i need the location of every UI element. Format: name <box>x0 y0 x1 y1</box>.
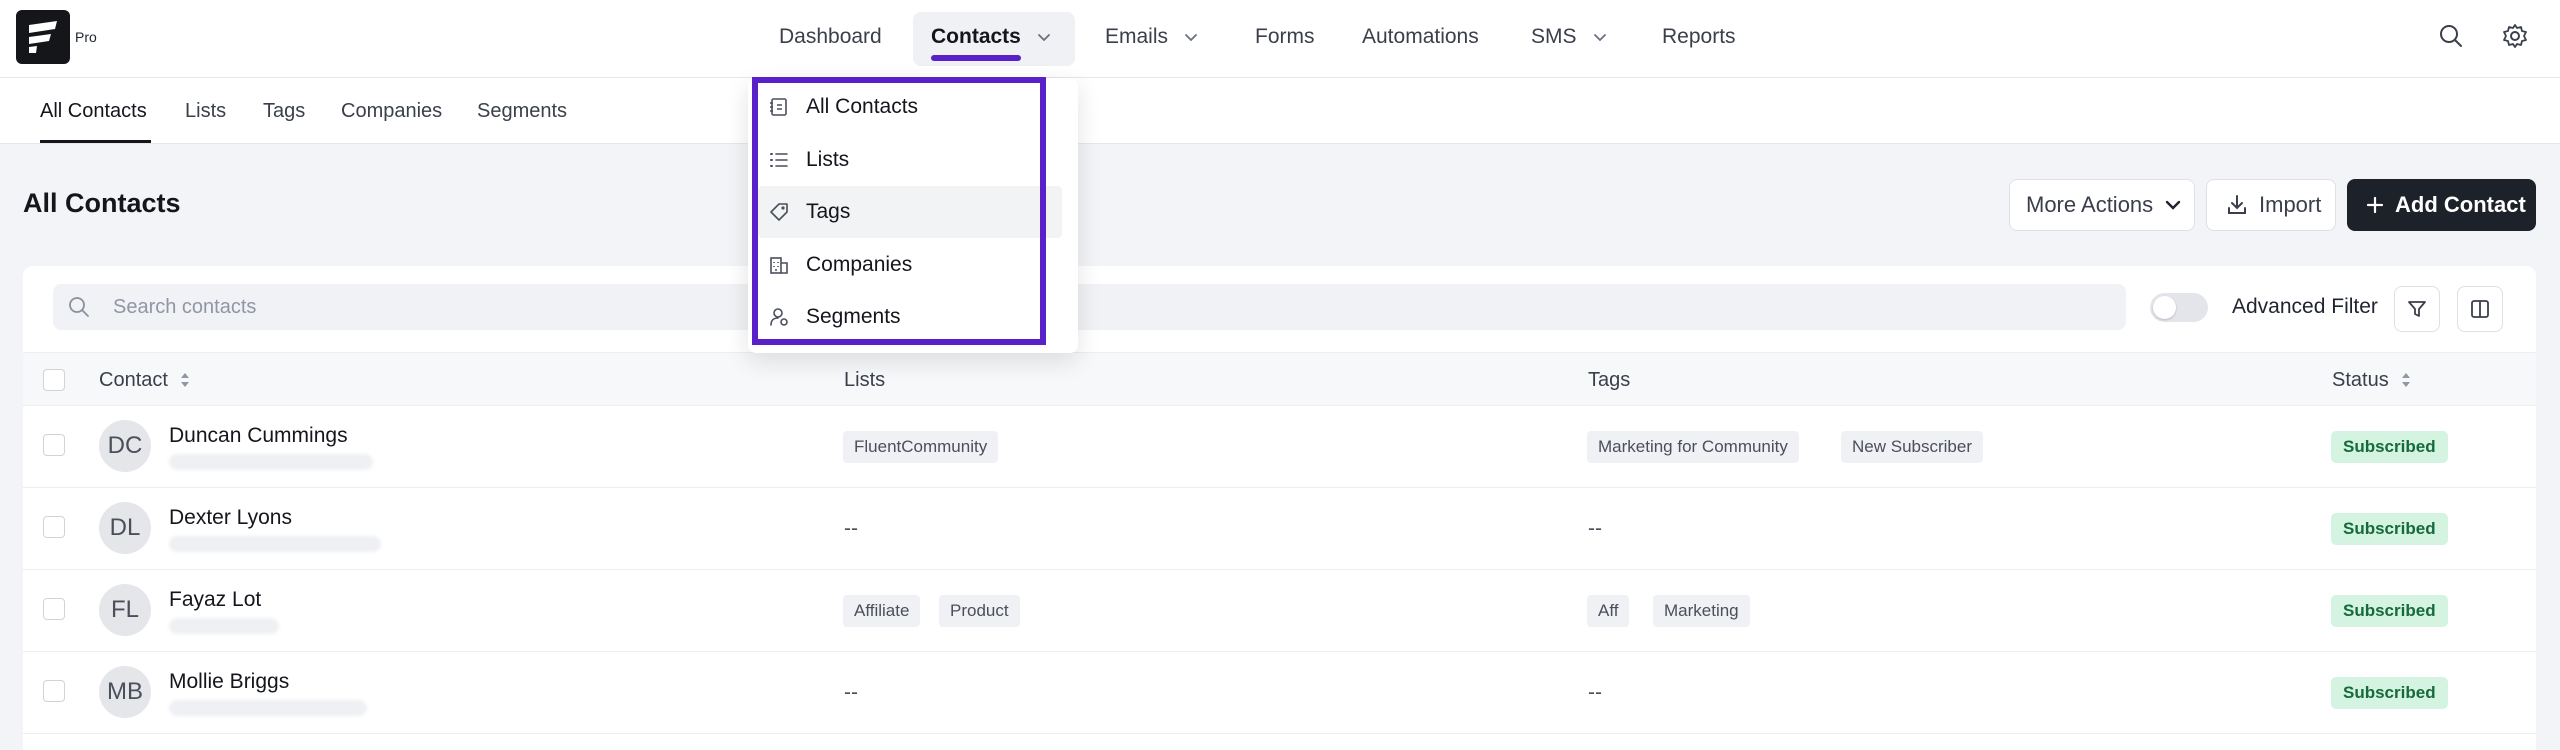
chevron-down-icon <box>2165 200 2181 210</box>
nav-item-sms[interactable]: SMS <box>1531 0 1609 74</box>
tag-chip: Marketing <box>1653 595 1750 627</box>
contact-email-redacted <box>169 700 367 716</box>
nav-item-emails[interactable]: Emails <box>1105 0 1200 74</box>
nav-item-dashboard[interactable]: Dashboard <box>779 0 882 74</box>
subnav-all-contacts[interactable]: All Contacts <box>40 78 147 144</box>
search-bar <box>53 284 2126 330</box>
chevron-down-icon <box>1037 34 1050 42</box>
row-checkbox[interactable] <box>43 680 65 702</box>
status-badge: Subscribed <box>2331 595 2448 627</box>
logo[interactable] <box>16 10 70 64</box>
add-contact-label: Add Contact <box>2395 192 2526 217</box>
contact-name[interactable]: Mollie Briggs <box>169 670 289 694</box>
contact-email-redacted <box>169 618 279 634</box>
dropdown-highlight-box <box>752 77 1046 345</box>
table-row[interactable]: DC Duncan Cummings FluentCommunity Marke… <box>23 406 2536 488</box>
contacts-subnav: All Contacts Lists Tags Companies Segmen… <box>0 78 2560 144</box>
import-label: Import <box>2259 192 2322 217</box>
table-row[interactable]: DL Dexter Lyons -- -- Subscribed <box>23 488 2536 570</box>
nav-item-contacts[interactable]: Contacts <box>931 0 1053 74</box>
table-row[interactable]: MB Mollie Briggs -- -- Subscribed <box>23 652 2536 734</box>
subnav-active-indicator <box>40 140 151 143</box>
nav-item-reports[interactable]: Reports <box>1662 0 1736 74</box>
nav-item-emails-label: Emails <box>1105 25 1169 48</box>
search-icon <box>69 297 89 317</box>
column-header-lists: Lists <box>844 368 886 391</box>
lists-empty: -- <box>844 681 858 704</box>
contact-name[interactable]: Dexter Lyons <box>169 506 292 530</box>
page-title: All Contacts <box>23 188 181 218</box>
nav-item-automations[interactable]: Automations <box>1362 0 1479 74</box>
plus-icon <box>2366 196 2384 214</box>
sort-icon <box>180 373 189 387</box>
advanced-filter-toggle[interactable] <box>2150 293 2208 322</box>
column-header-contact[interactable]: Contact <box>99 353 192 407</box>
status-badge: Subscribed <box>2331 513 2448 545</box>
avatar: FL <box>99 584 151 636</box>
more-actions-button[interactable]: More Actions <box>2009 179 2195 231</box>
list-chip: Affiliate <box>843 595 921 627</box>
tag-chip: Aff <box>1587 595 1630 627</box>
settings-icon[interactable] <box>2500 21 2530 51</box>
add-contact-button[interactable]: Add Contact <box>2347 179 2536 231</box>
download-icon <box>2228 195 2246 214</box>
more-actions-label: More Actions <box>2026 192 2154 217</box>
tags-empty: -- <box>1588 517 1602 540</box>
status-badge: Subscribed <box>2331 431 2448 463</box>
lists-empty: -- <box>844 517 858 540</box>
pro-badge: Pro <box>75 29 97 45</box>
columns-button[interactable] <box>2457 286 2503 332</box>
nav-active-indicator <box>931 55 1021 61</box>
table-header: Contact Lists Tags Status <box>23 352 2536 406</box>
advanced-filter-label: Advanced Filter <box>2232 295 2378 318</box>
avatar: DL <box>99 502 151 554</box>
column-header-tags: Tags <box>1588 368 1631 391</box>
column-header-status-label: Status <box>2332 368 2389 391</box>
row-checkbox[interactable] <box>43 434 65 456</box>
contact-email-redacted <box>169 536 381 552</box>
chevron-down-icon <box>1185 34 1197 42</box>
filter-icon <box>2408 301 2426 317</box>
sort-icon <box>2401 373 2410 387</box>
subnav-companies[interactable]: Companies <box>341 78 442 144</box>
contact-name[interactable]: Duncan Cummings <box>169 424 348 448</box>
row-checkbox[interactable] <box>43 516 65 538</box>
column-header-status[interactable]: Status <box>2332 353 2413 407</box>
nav-item-contacts-label: Contacts <box>931 25 1021 48</box>
row-checkbox[interactable] <box>43 598 65 620</box>
avatar: DC <box>99 420 151 472</box>
nav-item-forms[interactable]: Forms <box>1255 0 1315 74</box>
subnav-tags[interactable]: Tags <box>263 78 305 144</box>
logo-mark-icon <box>29 21 57 53</box>
import-button[interactable]: Import <box>2206 179 2336 231</box>
subnav-segments[interactable]: Segments <box>477 78 567 144</box>
list-chip: Product <box>939 595 1020 627</box>
tags-empty: -- <box>1588 681 1602 704</box>
tag-chip: New Subscriber <box>1841 431 1983 463</box>
list-chip: FluentCommunity <box>843 431 999 463</box>
status-badge: Subscribed <box>2331 677 2448 709</box>
filter-button[interactable] <box>2394 286 2440 332</box>
select-all-checkbox[interactable] <box>43 369 65 391</box>
columns-icon <box>2471 300 2489 318</box>
nav-item-sms-label: SMS <box>1531 25 1577 48</box>
avatar: MB <box>99 666 151 718</box>
contact-email-redacted <box>169 454 373 470</box>
search-icon[interactable] <box>2436 21 2466 51</box>
contact-name[interactable]: Fayaz Lot <box>169 588 261 612</box>
tag-chip: Marketing for Community <box>1587 431 1799 463</box>
table-row[interactable]: FL Fayaz Lot Affiliate Product Aff Marke… <box>23 570 2536 652</box>
subnav-lists[interactable]: Lists <box>185 78 226 144</box>
column-header-contact-label: Contact <box>99 368 168 391</box>
toggle-knob <box>2153 296 2176 319</box>
search-input[interactable] <box>113 284 2063 330</box>
chevron-down-icon <box>1593 34 1606 42</box>
